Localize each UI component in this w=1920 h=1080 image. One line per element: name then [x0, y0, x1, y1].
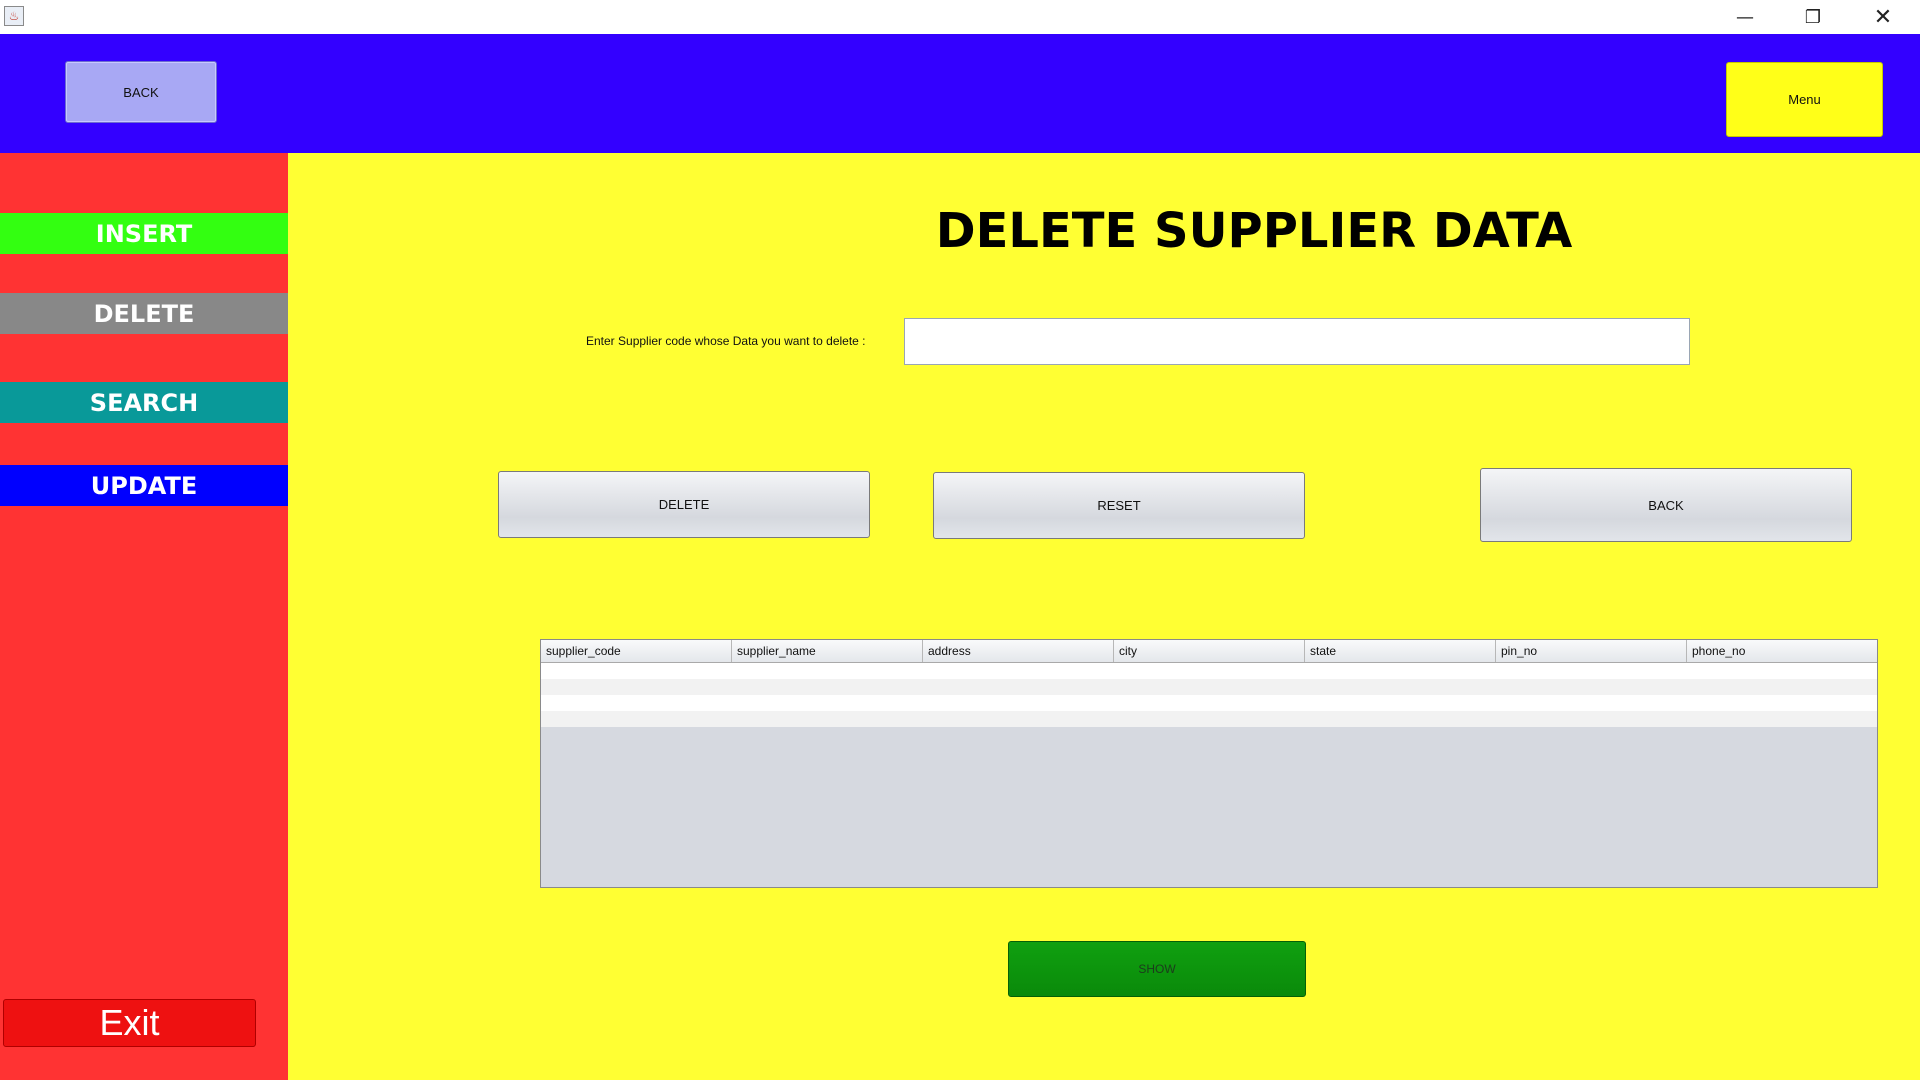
supplier-code-input[interactable]: [904, 318, 1690, 365]
table-row[interactable]: [541, 679, 1877, 695]
show-button[interactable]: SHOW: [1008, 941, 1306, 997]
menu-button[interactable]: Menu: [1726, 62, 1883, 137]
delete-button[interactable]: DELETE: [498, 471, 870, 538]
table-header: supplier_code supplier_name address city…: [541, 640, 1877, 663]
supplier-code-label: Enter Supplier code whose Data you want …: [586, 334, 866, 348]
column-header-address[interactable]: address: [923, 640, 1114, 662]
main-panel: DELETE SUPPLIER DATA Enter Supplier code…: [288, 153, 1920, 1080]
window-titlebar: ♨ — ❐ ✕: [0, 0, 1920, 34]
sidebar-item-search[interactable]: SEARCH: [0, 382, 288, 423]
exit-button[interactable]: Exit: [3, 999, 256, 1047]
table-row[interactable]: [541, 663, 1877, 679]
minimize-icon[interactable]: —: [1710, 0, 1780, 34]
restore-icon[interactable]: ❐: [1778, 0, 1848, 34]
column-header-city[interactable]: city: [1114, 640, 1305, 662]
column-header-phone-no[interactable]: phone_no: [1687, 640, 1877, 662]
supplier-table[interactable]: supplier_code supplier_name address city…: [540, 639, 1878, 888]
sidebar-item-insert[interactable]: INSERT: [0, 213, 288, 254]
reset-button[interactable]: RESET: [933, 472, 1305, 539]
sidebar-item-update[interactable]: UPDATE: [0, 465, 288, 506]
java-app-icon: ♨: [4, 6, 24, 26]
page-title: DELETE SUPPLIER DATA: [935, 203, 1573, 259]
sidebar-item-delete[interactable]: DELETE: [0, 293, 288, 334]
close-icon[interactable]: ✕: [1848, 0, 1918, 34]
column-header-supplier-code[interactable]: supplier_code: [541, 640, 732, 662]
column-header-supplier-name[interactable]: supplier_name: [732, 640, 923, 662]
column-header-pin-no[interactable]: pin_no: [1496, 640, 1687, 662]
back-button[interactable]: BACK: [1480, 468, 1852, 542]
sidebar: INSERT DELETE SEARCH UPDATE Exit: [0, 153, 288, 1080]
table-row[interactable]: [541, 711, 1877, 727]
column-header-state[interactable]: state: [1305, 640, 1496, 662]
header-back-button[interactable]: BACK: [65, 61, 217, 123]
header-bar: BACK Menu: [0, 34, 1920, 153]
table-row[interactable]: [541, 695, 1877, 711]
